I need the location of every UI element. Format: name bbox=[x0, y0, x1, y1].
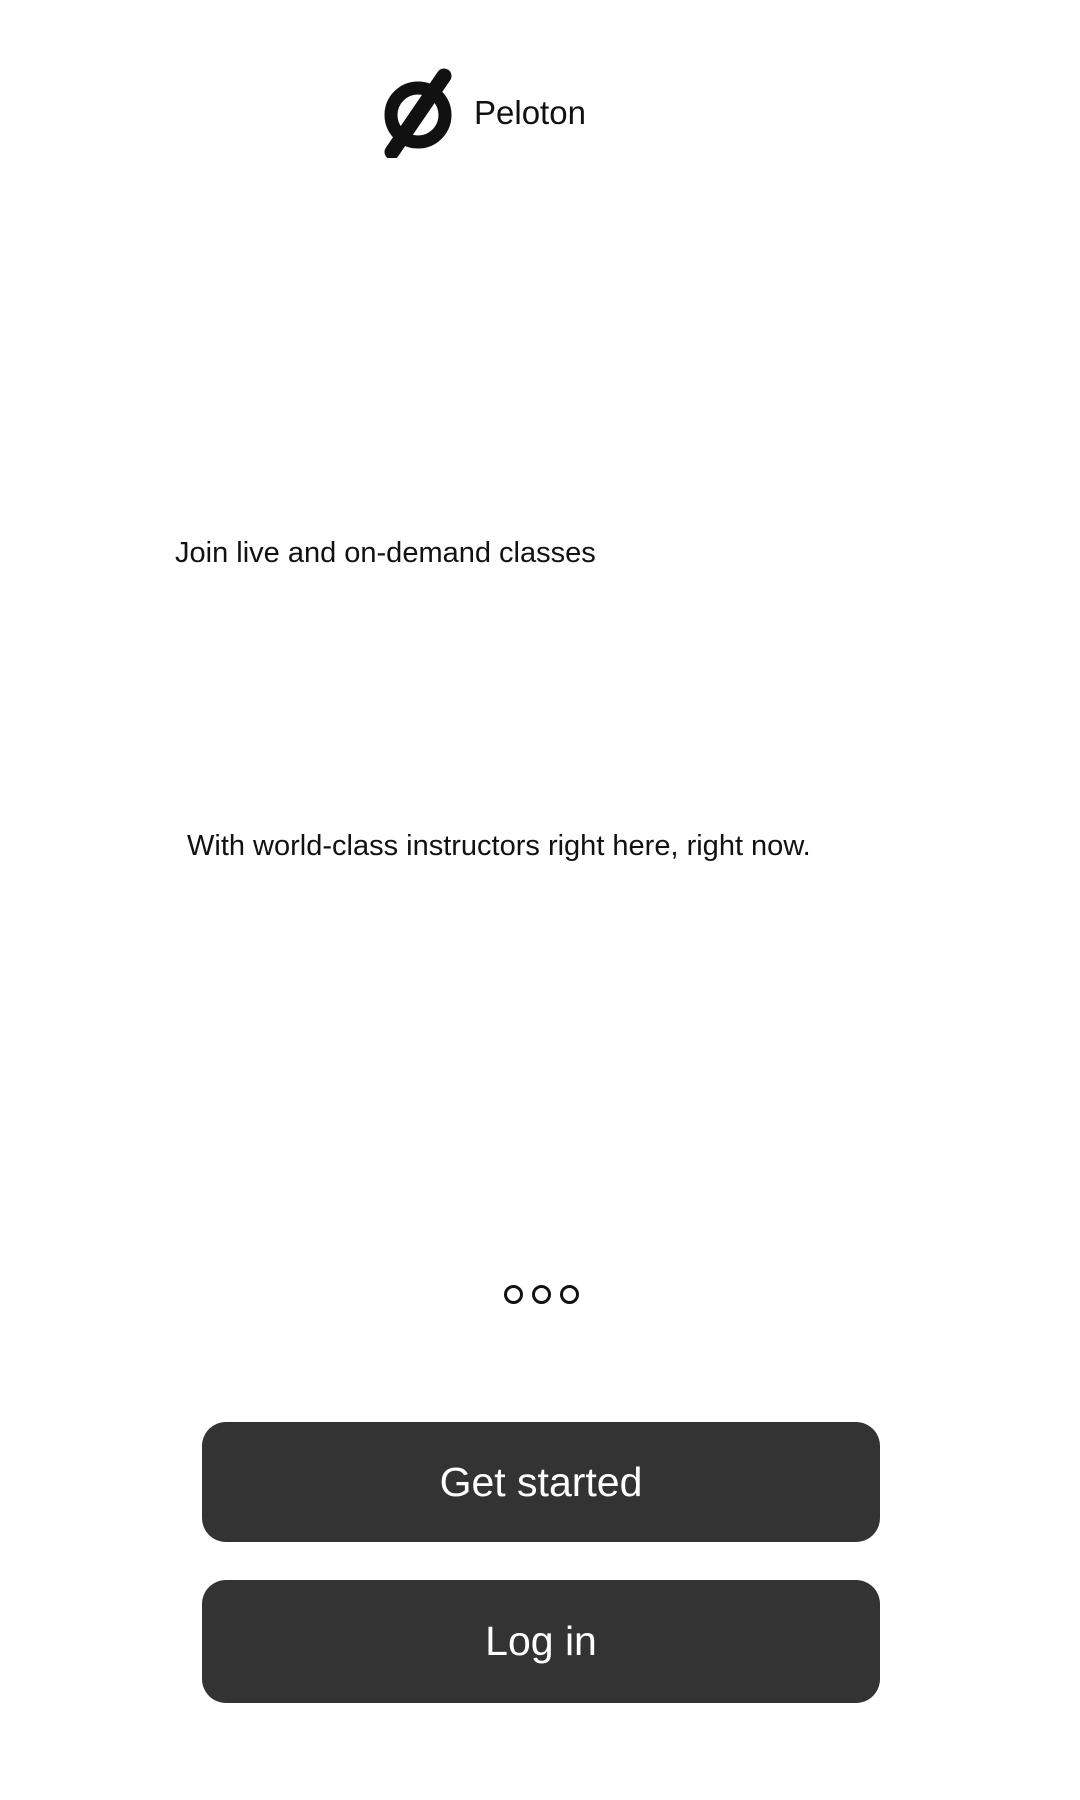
page-headline: Join live and on-demand classes bbox=[175, 537, 596, 569]
page-subheadline: With world-class instructors right here,… bbox=[187, 830, 811, 862]
page-indicator-dot[interactable] bbox=[531, 1285, 551, 1304]
log-in-button[interactable]: Log in bbox=[202, 1580, 880, 1703]
get-started-button[interactable]: Get started bbox=[202, 1422, 880, 1542]
page-indicator-dot[interactable] bbox=[559, 1285, 579, 1304]
page-indicator-dot[interactable] bbox=[503, 1285, 523, 1304]
carousel-pager bbox=[0, 1285, 1080, 1309]
brand-name: Peloton bbox=[474, 94, 586, 131]
brand-header: Peloton bbox=[382, 68, 586, 158]
peloton-logo-icon bbox=[384, 68, 452, 158]
